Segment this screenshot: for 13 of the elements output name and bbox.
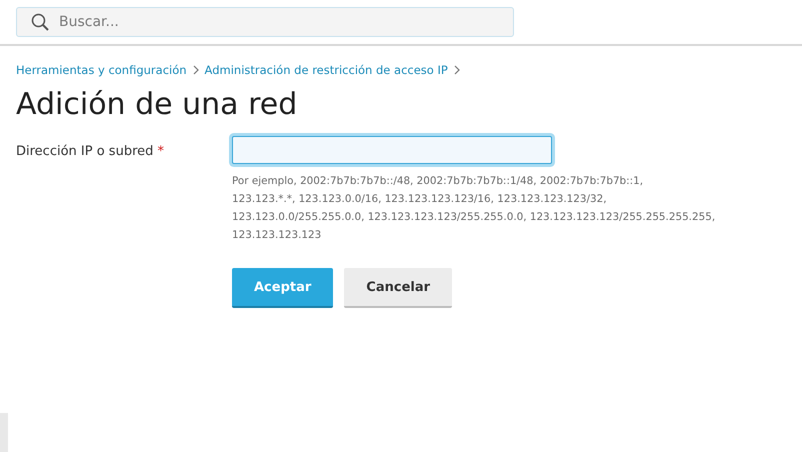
search-icon xyxy=(31,13,49,31)
chevron-right-icon xyxy=(192,65,199,75)
chevron-right-icon xyxy=(454,65,460,75)
hint-text: Por ejemplo, 2002:7b7b:7b7b::/48, 2002:7b7b:7b7b::1/48, 2002:7b7b:7b7b::1, 123.123.*.*, 123.123.0.0/16, 123.123.123.123/16, 123.123.123.123/32, 123.123.0.0/255.255.0.0, 123.123.123.123/255.255.0.0, 123.123.123.123/255.255.255.255, 123.123.123.123 xyxy=(232,174,716,243)
breadcrumb-link[interactable]: Administración de restricción de acceso IP xyxy=(204,63,448,77)
search-input[interactable]: Buscar... xyxy=(57,13,513,31)
breadcrumb-link[interactable]: Herramientas y configuración xyxy=(16,63,187,77)
search-field[interactable]: Buscar... xyxy=(16,7,514,37)
accept-button[interactable]: Aceptar xyxy=(232,268,334,308)
field-label: Dirección IP o subred * xyxy=(16,143,166,161)
cancel-button[interactable]: Cancelar xyxy=(344,268,452,308)
page-title: Adición de una red xyxy=(16,87,298,122)
ip-input-field[interactable] xyxy=(232,136,552,164)
